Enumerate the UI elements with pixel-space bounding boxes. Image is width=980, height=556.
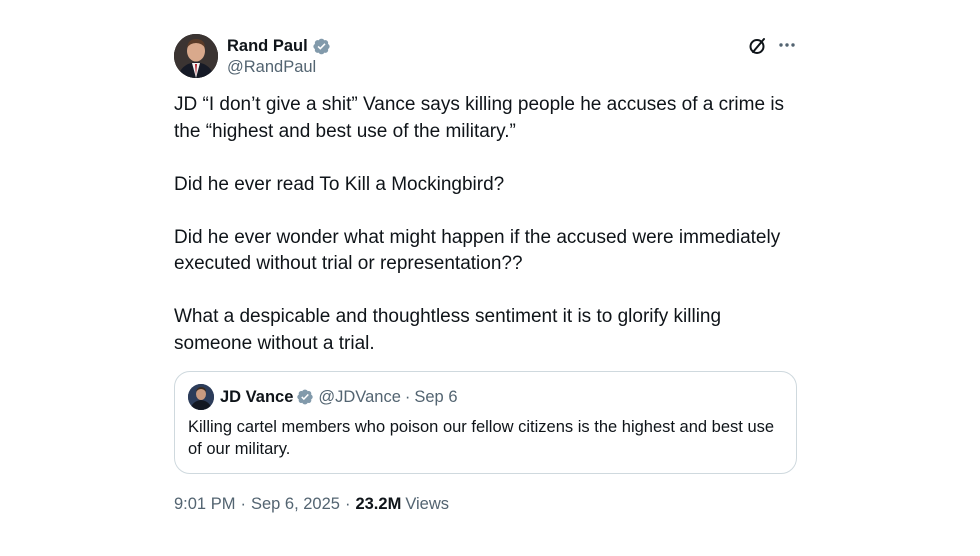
author-display-name[interactable]: Rand Paul — [227, 37, 308, 56]
quoted-avatar-image — [188, 384, 214, 410]
views-label: Views — [405, 495, 450, 513]
tweet-date[interactable]: Sep 6, 2025 — [251, 495, 340, 514]
quoted-tweet[interactable]: JD Vance @JDVance · Sep 6 Killing cartel… — [174, 371, 797, 474]
tweet-paragraph: JD “I don’t give a shit” Vance says kill… — [174, 94, 785, 142]
quoted-author-avatar[interactable] — [188, 384, 214, 410]
verified-badge-icon — [296, 388, 314, 406]
author-names: Rand Paul @RandPaul — [227, 35, 331, 77]
quoted-author-name[interactable]: JD Vance — [220, 388, 293, 407]
quoted-tweet-header: JD Vance @JDVance · Sep 6 — [188, 384, 783, 410]
quoted-author-handle[interactable]: @JDVance — [318, 388, 400, 407]
quoted-tweet-text: Killing cartel members who poison our fe… — [188, 418, 775, 458]
author-avatar[interactable] — [174, 34, 218, 78]
separator-dot: · — [344, 495, 351, 513]
tweet-paragraph: Did he ever wonder what might happen if … — [174, 226, 781, 275]
separator-dot: · — [240, 495, 246, 513]
tweet-time[interactable]: 9:01 PM — [174, 495, 235, 514]
tweet-header: Rand Paul @RandPaul — [174, 32, 797, 80]
tweet-body: JD “I don’t give a shit” Vance says kill… — [174, 92, 797, 357]
tweet-paragraph: Did he ever read To Kill a Mockingbird? — [174, 173, 505, 195]
avatar-image — [174, 34, 218, 78]
author-handle[interactable]: @RandPaul — [227, 58, 331, 77]
quoted-tweet-date[interactable]: Sep 6 — [414, 388, 457, 407]
verified-badge-icon — [312, 37, 331, 56]
grok-icon[interactable] — [748, 36, 768, 56]
tweet-paragraph: What a despicable and thoughtless sentim… — [174, 306, 722, 354]
tweet: Rand Paul @RandPaul JD “I don’t give a s… — [174, 32, 797, 514]
views-count: 23.2M — [355, 495, 402, 513]
separator-dot: · — [404, 387, 411, 406]
more-options-icon[interactable] — [777, 35, 797, 55]
author-name-row: Rand Paul — [227, 35, 331, 57]
tweet-meta: 9:01 PM · Sep 6, 2025 · 23.2M Views — [174, 495, 797, 514]
